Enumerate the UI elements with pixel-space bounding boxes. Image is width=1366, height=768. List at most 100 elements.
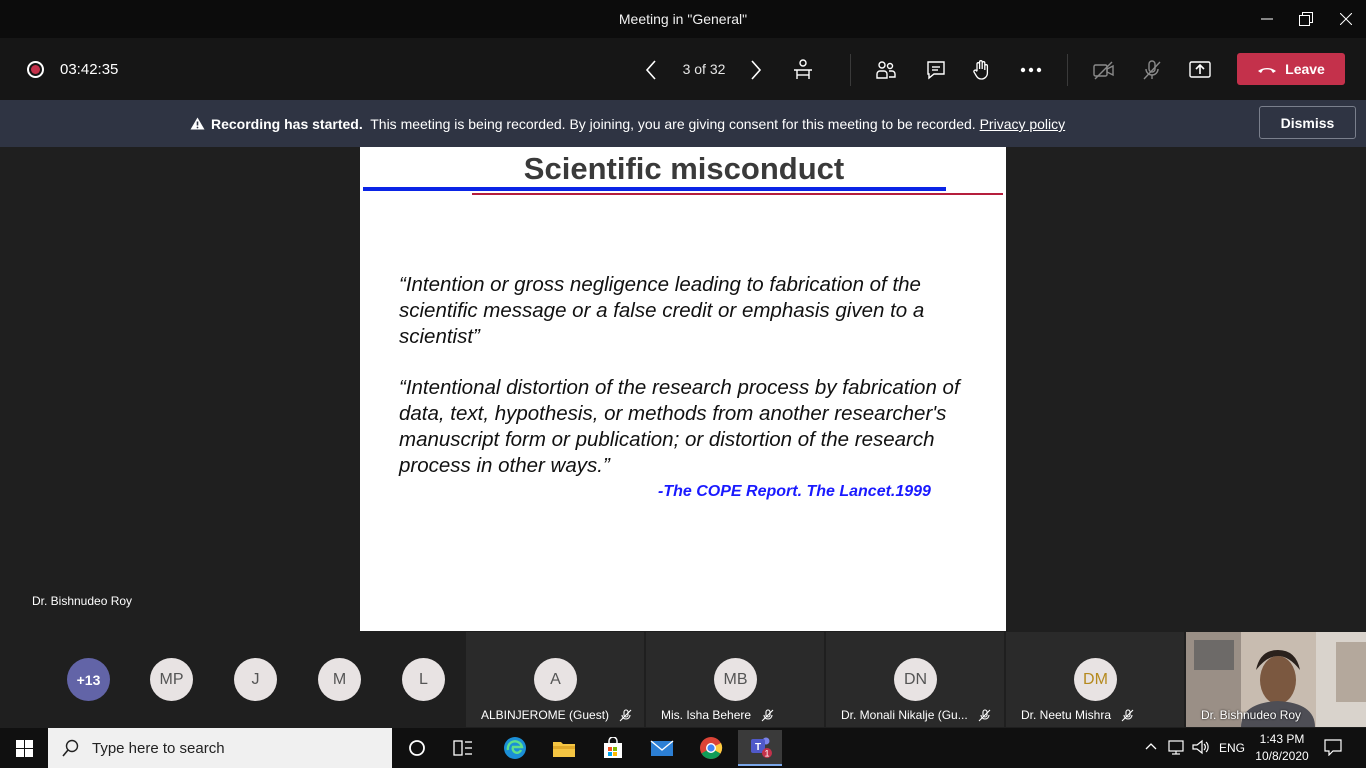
participant-avatar[interactable]: MP [150, 658, 193, 701]
chevron-up-icon [1145, 743, 1157, 750]
presenter-icon [794, 59, 812, 79]
camera-off-icon [1093, 61, 1114, 80]
raise-hand-button[interactable] [967, 55, 997, 85]
title-underline-red [472, 193, 1003, 195]
teams-icon: T1 [751, 737, 772, 759]
teams-badge: 1 [764, 749, 769, 759]
file-explorer-app[interactable] [544, 732, 584, 764]
restore-icon [1299, 12, 1313, 26]
minimize-icon [1261, 18, 1273, 20]
edge-app[interactable] [495, 732, 535, 764]
close-button[interactable] [1334, 8, 1358, 30]
participant-name: Mis. Isha Behere [661, 708, 752, 722]
participant-avatar[interactable]: M [318, 658, 361, 701]
windows-icon [15, 739, 33, 757]
participants-button[interactable] [871, 55, 901, 85]
participant-avatar: MB [714, 658, 757, 701]
notifications-button[interactable] [1324, 739, 1342, 759]
more-options-button[interactable] [1016, 55, 1046, 85]
clock-time: 1:43 PM [1259, 732, 1305, 746]
mail-icon [650, 740, 674, 756]
svg-text:T: T [755, 742, 761, 753]
participant-name: ALBINJEROME (Guest) [481, 708, 610, 722]
participant-tile[interactable]: DN Dr. Monali Nikalje (Gu... [826, 632, 1004, 727]
language-indicator[interactable]: ENG [1219, 741, 1245, 755]
recording-title: Recording has started. [211, 116, 363, 132]
dismiss-button[interactable]: Dismiss [1259, 106, 1356, 139]
meeting-toolbar: 03:42:35 3 of 32 Leave [0, 38, 1366, 100]
shared-slide: Scientific misconduct “Intention or gros… [360, 147, 1006, 631]
start-button[interactable] [0, 728, 48, 768]
edge-icon [504, 737, 526, 759]
leave-button[interactable]: Leave [1237, 53, 1345, 85]
slide-quote-2: “Intentional distortion of the research … [399, 376, 960, 477]
microphone-toggle-button[interactable] [1137, 55, 1167, 85]
more-participants-button[interactable]: +13 [67, 658, 110, 701]
recording-indicator-icon [27, 61, 44, 78]
taskbar: Type here to search T1 ENG 1:43 PM 10/8/… [0, 728, 1366, 768]
hang-up-icon [1258, 68, 1277, 73]
teams-app[interactable]: T1 [738, 730, 782, 766]
toolbar-divider [850, 54, 851, 86]
cortana-icon [409, 740, 425, 756]
slide-title: Scientific misconduct [523, 151, 845, 186]
cortana-button[interactable] [397, 732, 437, 764]
recording-text: This meeting is being recorded. By joini… [370, 116, 976, 132]
participant-tile[interactable]: MB Mis. Isha Behere [646, 632, 824, 727]
task-view-button[interactable] [443, 732, 483, 764]
participant-avatar[interactable]: J [234, 658, 277, 701]
maximize-button[interactable] [1294, 8, 1318, 30]
more-icon [1020, 67, 1042, 73]
recording-message: Recording has started. This meeting is b… [190, 116, 1065, 132]
chat-button[interactable] [921, 55, 951, 85]
share-screen-button[interactable] [1185, 55, 1215, 85]
chrome-icon [700, 737, 723, 759]
chrome-app[interactable] [691, 732, 731, 764]
clock-date: 10/8/2020 [1255, 749, 1309, 763]
muted-icon [761, 708, 774, 721]
minimize-button[interactable] [1255, 8, 1279, 30]
microphone-off-icon [1143, 60, 1161, 80]
title-underline-blue [363, 187, 946, 191]
privacy-policy-link[interactable]: Privacy policy [980, 116, 1066, 132]
slide-quote-1: “Intention or gross negligence leading t… [399, 273, 925, 348]
show-hidden-icons-button[interactable] [1145, 740, 1157, 754]
participant-name: Dr. Neetu Mishra [1021, 708, 1112, 722]
search-placeholder: Type here to search [92, 739, 225, 757]
people-icon [876, 61, 896, 79]
notification-icon [1324, 739, 1342, 757]
volume-icon[interactable] [1192, 739, 1210, 758]
taskbar-search[interactable]: Type here to search [48, 728, 392, 768]
participant-tile[interactable]: DM Dr. Neetu Mishra [1006, 632, 1184, 727]
next-slide-button[interactable] [741, 55, 771, 85]
participant-name-row: ALBINJEROME (Guest) [481, 708, 632, 722]
network-icon[interactable] [1168, 739, 1186, 758]
participant-avatar[interactable]: L [402, 658, 445, 701]
search-icon [62, 739, 79, 757]
folder-icon [553, 742, 575, 757]
previous-slide-button[interactable] [636, 55, 666, 85]
chevron-left-icon [645, 60, 656, 80]
mail-app[interactable] [642, 732, 682, 764]
close-icon [1340, 13, 1352, 25]
chevron-right-icon [751, 60, 762, 80]
presenter-name: Dr. Bishnudeo Roy [32, 594, 133, 608]
recording-banner: Recording has started. This meeting is b… [0, 100, 1366, 147]
camera-toggle-button[interactable] [1089, 55, 1119, 85]
store-icon [604, 737, 622, 758]
muted-icon [978, 708, 991, 721]
store-app[interactable] [593, 732, 633, 764]
participant-tile[interactable]: A ALBINJEROME (Guest) [466, 632, 644, 727]
slide-citation: -The COPE Report. The Lancet.1999 [658, 483, 931, 500]
participant-name-row: Mis. Isha Behere [661, 708, 774, 722]
toolbar-divider [1067, 54, 1068, 86]
participant-name: Dr. Bishnudeo Roy [1201, 708, 1302, 722]
warning-icon [190, 117, 205, 130]
clock[interactable]: 1:43 PM 10/8/2020 [1250, 731, 1314, 765]
participant-avatar: A [534, 658, 577, 701]
presenter-view-button[interactable] [788, 55, 818, 85]
video-tile[interactable]: Dr. Bishnudeo Roy [1186, 632, 1366, 727]
chat-icon [927, 61, 945, 80]
task-view-icon [453, 740, 472, 756]
meeting-timer: 03:42:35 [60, 61, 119, 78]
